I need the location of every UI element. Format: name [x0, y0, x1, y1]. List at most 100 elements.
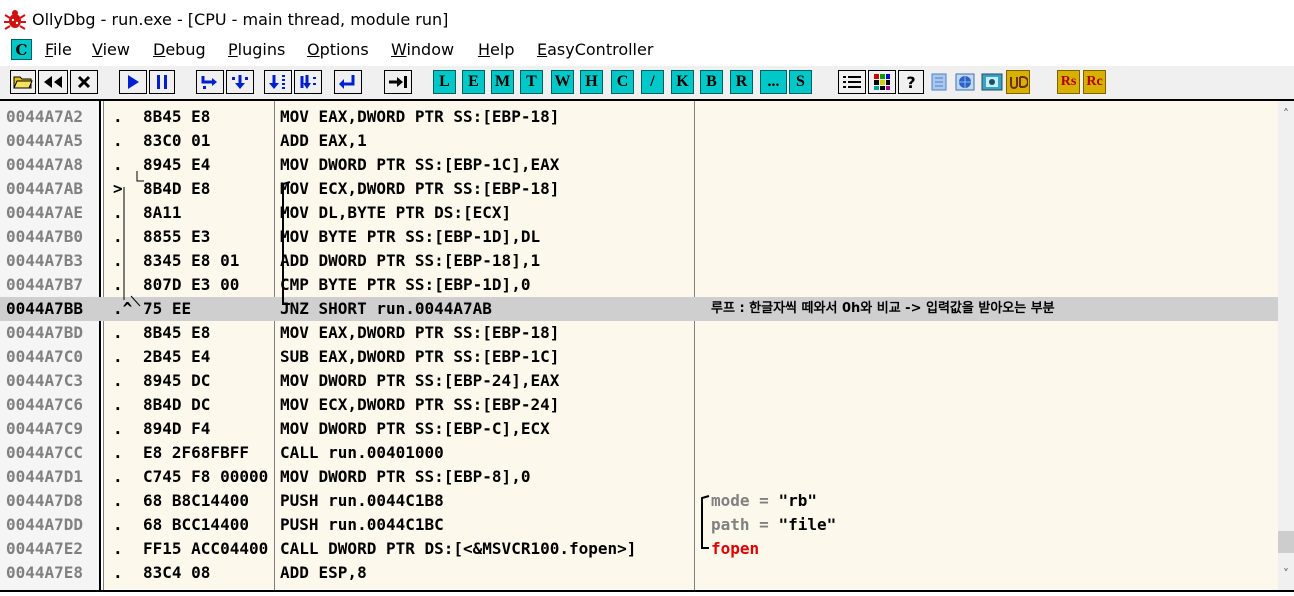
menu-easycontroller[interactable]: EasyController: [537, 40, 653, 59]
disasm-row[interactable]: 0044A7AE. 8A11 MOV DL,BYTE PTR DS:[ECX]: [0, 201, 1278, 225]
disasm-row[interactable]: 0044A7DD. 68 BCC14400 PUSH run.0044C1BC pat…: [0, 513, 1278, 537]
windows-window-button[interactable]: W: [551, 70, 574, 94]
address-cell: 0044A7B7: [6, 275, 84, 294]
trace-into-button[interactable]: [264, 70, 292, 94]
handles-window-button[interactable]: H: [580, 70, 603, 94]
trace-into-icon: [269, 75, 285, 89]
disasm-row[interactable]: 0044A7E2. FF15 ACC04400 CALL DWORD PTR DS:…: [0, 537, 1278, 561]
patches-window-button[interactable]: /: [641, 70, 664, 94]
hex-dump-cell: 8B45 E8: [143, 323, 211, 342]
step-over-button[interactable]: [226, 70, 254, 94]
pause-button[interactable]: [149, 70, 175, 94]
threads-window-button[interactable]: T: [520, 70, 543, 94]
help-button[interactable]: ?: [898, 70, 924, 94]
rs-button[interactable]: Rs: [1057, 70, 1080, 94]
disasm-row[interactable]: 0044A7CC. E8 2F68FBFF CALL run.00401000: [0, 441, 1278, 465]
trace-over-button[interactable]: [294, 70, 322, 94]
list-button[interactable]: [838, 70, 866, 94]
hex-dump-cell: 8B4D DC: [143, 395, 211, 414]
address-cell: 0044A7DD: [6, 515, 84, 534]
menu-window[interactable]: Window: [391, 40, 454, 59]
menu-view[interactable]: View: [92, 40, 130, 59]
cpu-window-button[interactable]: C: [611, 70, 634, 94]
plugin-button-4[interactable]: [1006, 70, 1030, 94]
scrollbar-thumb[interactable]: [1278, 531, 1294, 553]
disasm-row[interactable]: 0044A7B0. 8855 E3 MOV BYTE PTR SS:[EBP-1D]…: [0, 225, 1278, 249]
disasm-row[interactable]: 0044A7C9. 894D F4 MOV DWORD PTR SS:[EBP-C]…: [0, 417, 1278, 441]
breakpoints-window-button[interactable]: B: [700, 70, 723, 94]
comment-cell: path = "file": [711, 513, 836, 537]
disasm-row[interactable]: 0044A7C0. 2B45 E4 SUB EAX,DWORD PTR SS:[EB…: [0, 345, 1278, 369]
scroll-down-arrow-icon[interactable]: ˅: [1278, 567, 1294, 581]
disasm-row[interactable]: 0044A7B7. 807D E3 00 CMP BYTE PTR SS:[EBP-…: [0, 273, 1278, 297]
hex-dump-cell: 8345 E8 01: [143, 251, 240, 270]
memory-window-button[interactable]: M: [491, 70, 514, 94]
plugin-button-1[interactable]: [928, 70, 950, 94]
disassembly-cell: MOV DWORD PTR SS:[EBP-24],EAX: [280, 371, 560, 390]
open-file-button[interactable]: [10, 70, 36, 94]
disasm-row[interactable]: 0044A7A8. 8945 E4 MOV DWORD PTR SS:[EBP-1C…: [0, 153, 1278, 177]
globe-icon: [955, 73, 975, 91]
call-stack-window-button[interactable]: K: [671, 70, 694, 94]
disassembly-cell: MOV ECX,DWORD PTR SS:[EBP-24]: [280, 395, 560, 414]
go-to-icon: [389, 76, 407, 88]
step-into-icon: [201, 76, 217, 89]
jump-marker: .: [113, 323, 123, 342]
address-cell: 0044A7A8: [6, 155, 84, 174]
grid-icon: [874, 74, 890, 90]
jump-marker: .: [113, 491, 123, 510]
plugin-icons: [931, 73, 947, 91]
disasm-row[interactable]: 0044A7B3. 8345 E8 01 ADD DWORD PTR SS:[EBP…: [0, 249, 1278, 273]
disasm-row[interactable]: 0044A7A5. 83C0 01 ADD EAX,1: [0, 129, 1278, 153]
comment-cell: fopen: [711, 537, 759, 561]
pause-icon: [157, 75, 167, 89]
execute-till-return-button[interactable]: [334, 70, 362, 94]
step-over-icon: [232, 75, 248, 89]
address-cell: 0044A7AB: [6, 179, 84, 198]
list-icon: [843, 76, 861, 88]
scroll-up-arrow-icon[interactable]: ˄: [1278, 107, 1294, 121]
menu-debug[interactable]: Debug: [153, 40, 206, 59]
disassembly-cell: MOV DWORD PTR SS:[EBP-8],0: [280, 467, 531, 486]
disasm-row[interactable]: 0044A7BD. 8B45 E8 MOV EAX,DWORD PTR SS:[EB…: [0, 321, 1278, 345]
source-window-button[interactable]: S: [789, 70, 812, 94]
disasm-row[interactable]: 0044A7C6. 8B4D DC MOV ECX,DWORD PTR SS:[EB…: [0, 393, 1278, 417]
plugin-button-2[interactable]: [952, 70, 978, 94]
disasm-row[interactable]: 0044A7E8. 83C4 08 ADD ESP,8: [0, 561, 1278, 585]
cpu-window-icon[interactable]: C: [11, 39, 32, 60]
vertical-scrollbar[interactable]: ˄ ˅: [1278, 101, 1294, 590]
restart-button[interactable]: [38, 70, 68, 94]
menu-options[interactable]: Options: [307, 40, 369, 59]
disasm-row[interactable]: 0044A7D1. C745 F8 00000 MOV DWORD PTR SS:[…: [0, 465, 1278, 489]
close-button[interactable]: [70, 70, 98, 94]
modules-window-button[interactable]: E: [462, 70, 485, 94]
plugin-button-3[interactable]: [980, 70, 1004, 94]
disasm-row[interactable]: 0044A7AB >8B4D E8 MOV ECX,DWORD PTR SS:[EB…: [0, 177, 1278, 201]
menu-file[interactable]: File: [45, 40, 72, 59]
disassembly-pane[interactable]: 0044A7A2. 8B45 E8 MOV EAX,DWORD PTR SS:[EB…: [0, 99, 1294, 592]
disasm-row[interactable]: 0044A7BB .^ 75 EE JNZ SHORT run.0044A7AB 루프 …: [0, 297, 1278, 321]
menu-plugins[interactable]: Plugins: [228, 40, 285, 59]
log-window-button[interactable]: L: [433, 70, 456, 94]
comment-value: "file": [778, 515, 837, 534]
step-into-button[interactable]: [196, 70, 224, 94]
jump-marker: .: [113, 467, 123, 486]
run-button[interactable]: [119, 70, 147, 94]
disasm-row[interactable]: 0044A7A2. 8B45 E8 MOV EAX,DWORD PTR SS:[EB…: [0, 105, 1278, 129]
disasm-row[interactable]: 0044A7C3. 8945 DC MOV DWORD PTR SS:[EBP-24…: [0, 369, 1278, 393]
close-icon: [77, 75, 91, 89]
run-trace-window-button[interactable]: ...: [760, 70, 787, 94]
address-cell: 0044A7B3: [6, 251, 84, 270]
jump-marker: .: [113, 347, 123, 366]
rc-button[interactable]: Rc: [1083, 70, 1106, 94]
disassembly-cell: MOV DL,BYTE PTR DS:[ECX]: [280, 203, 512, 222]
menu-help[interactable]: Help: [478, 40, 514, 59]
jump-marker: .: [113, 371, 123, 390]
go-to-button[interactable]: [384, 70, 412, 94]
references-window-button[interactable]: R: [730, 70, 753, 94]
disassembly-cell: MOV DWORD PTR SS:[EBP-C],ECX: [280, 419, 550, 438]
disasm-row[interactable]: 0044A7D8. 68 B8C14400 PUSH run.0044C1B8 mod…: [0, 489, 1278, 513]
open-file-icon: [13, 76, 33, 89]
appearance-button[interactable]: [868, 70, 896, 94]
jump-marker: .: [113, 515, 123, 534]
